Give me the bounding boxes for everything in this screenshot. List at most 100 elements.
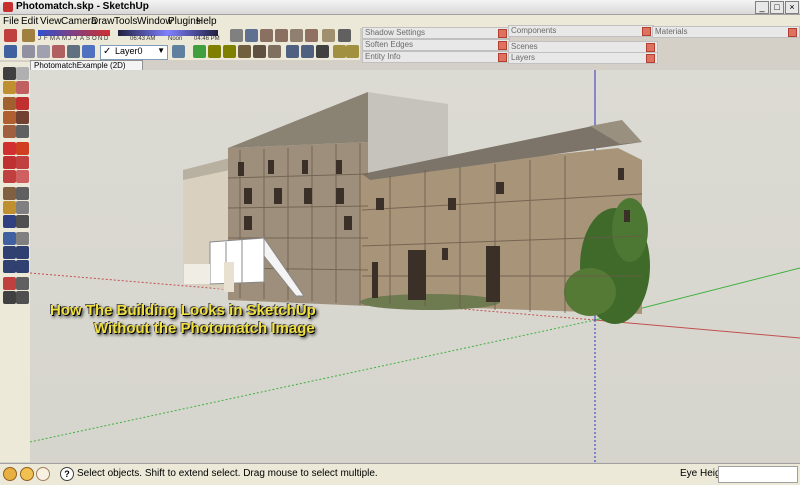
tray-soften-edges[interactable]: Soften Edges <box>362 39 510 51</box>
position-camera-icon[interactable] <box>3 277 16 290</box>
orbit-icon[interactable] <box>3 232 16 245</box>
user-icon[interactable] <box>36 467 50 481</box>
pencil-icon[interactable] <box>16 97 29 110</box>
tray-entity-info[interactable]: Entity Info <box>362 51 510 63</box>
hidden-line-icon[interactable] <box>37 45 50 58</box>
tray-layers[interactable]: Layers <box>508 52 658 64</box>
3d-text-icon[interactable] <box>16 215 29 228</box>
sandbox-icon[interactable] <box>193 45 206 58</box>
menu-help[interactable]: Help <box>196 16 217 27</box>
tray-label: Components <box>511 26 557 35</box>
textured-icon[interactable] <box>67 45 80 58</box>
eraser-icon[interactable] <box>16 81 29 94</box>
menu-draw[interactable]: Draw <box>91 16 114 27</box>
shadow-icon[interactable] <box>22 29 35 42</box>
previous-view-icon[interactable] <box>3 260 16 273</box>
push-pull-icon[interactable] <box>16 142 29 155</box>
polygon-icon[interactable] <box>3 125 16 138</box>
make-component-icon[interactable] <box>3 81 16 94</box>
close-button[interactable]: × <box>785 1 799 14</box>
drawing-viewport[interactable]: How The Building Looks in SketchUp Witho… <box>30 70 800 462</box>
menu-tools[interactable]: Tools <box>114 16 137 27</box>
arc-icon[interactable] <box>16 111 29 124</box>
tape-measure-icon[interactable] <box>3 187 16 200</box>
add-detail-icon[interactable] <box>286 45 299 58</box>
camera-icon[interactable] <box>4 29 17 42</box>
xray-icon[interactable] <box>4 45 17 58</box>
iso-view-icon[interactable] <box>245 29 258 42</box>
toolbar-row-1: J F M A M J J A S O N D 06:43 AM Noon 04… <box>0 28 360 44</box>
caption-line-2: Without the Photomatch Image <box>94 320 315 337</box>
geo-location-icon[interactable] <box>3 467 17 481</box>
toolbar-row-2: ✓ Layer0 ▼ <box>0 44 360 60</box>
offset-icon[interactable] <box>16 170 29 183</box>
smoove-icon[interactable] <box>238 45 251 58</box>
scale-icon[interactable] <box>3 170 16 183</box>
tray-label: Entity Info <box>365 52 401 61</box>
left-view-icon[interactable] <box>322 29 335 42</box>
right-view-icon[interactable] <box>290 29 303 42</box>
close-icon[interactable] <box>788 28 797 37</box>
status-bar: ? Select objects. Shift to extend select… <box>0 463 800 485</box>
share-model-icon[interactable] <box>333 45 346 58</box>
wireframe-icon[interactable] <box>22 45 35 58</box>
shaded-icon[interactable] <box>52 45 65 58</box>
get-models-icon[interactable] <box>316 45 329 58</box>
walk-icon[interactable] <box>3 291 16 304</box>
paint-bucket-icon[interactable] <box>230 29 243 42</box>
front-view-icon[interactable] <box>275 29 288 42</box>
freehand-icon[interactable] <box>16 125 29 138</box>
back-view-icon[interactable] <box>305 29 318 42</box>
help-icon[interactable]: ? <box>60 467 74 481</box>
protractor-icon[interactable] <box>3 201 16 214</box>
close-icon[interactable] <box>498 53 507 62</box>
section-plane-icon[interactable] <box>16 291 29 304</box>
circle-icon[interactable] <box>3 111 16 124</box>
close-icon[interactable] <box>498 29 507 38</box>
dimension-icon[interactable] <box>16 187 29 200</box>
menu-edit[interactable]: Edit <box>21 16 38 27</box>
tray-shadow-settings[interactable]: Shadow Settings <box>362 27 510 39</box>
close-icon[interactable] <box>498 41 507 50</box>
house-icon[interactable] <box>260 29 273 42</box>
from-contours-icon[interactable] <box>208 45 221 58</box>
close-icon[interactable] <box>646 54 655 63</box>
drape-icon[interactable] <box>268 45 281 58</box>
text-icon[interactable] <box>16 201 29 214</box>
zoom-extents-icon[interactable] <box>16 260 29 273</box>
rectangle-icon[interactable] <box>3 97 16 110</box>
zoom-icon[interactable] <box>3 246 16 259</box>
axes-icon[interactable] <box>3 215 16 228</box>
tray-materials[interactable]: Materials <box>652 26 800 38</box>
window-title: Photomatch.skp - SketchUp <box>16 1 149 12</box>
follow-me-icon[interactable] <box>16 156 29 169</box>
chevron-down-icon: ▼ <box>157 46 165 55</box>
zoom-window-icon[interactable] <box>16 246 29 259</box>
select-arrow-icon[interactable] <box>3 67 16 80</box>
pan-icon[interactable] <box>16 232 29 245</box>
look-around-icon[interactable] <box>16 277 29 290</box>
flip-edge-icon[interactable] <box>301 45 314 58</box>
monochrome-icon[interactable] <box>82 45 95 58</box>
menu-view[interactable]: View <box>40 16 62 27</box>
tray-components[interactable]: Components <box>508 25 654 37</box>
caption-line-1: How The Building Looks in SketchUp <box>50 302 316 319</box>
lasso-icon[interactable] <box>16 67 29 80</box>
sketchup-app-icon <box>3 2 13 12</box>
rotate-icon[interactable] <box>3 156 16 169</box>
layer-dropdown[interactable]: ✓ Layer0 ▼ <box>100 45 168 60</box>
move-icon[interactable] <box>3 142 16 155</box>
camera-view-icon[interactable] <box>338 29 351 42</box>
checkmark-icon: ✓ <box>103 46 112 57</box>
close-icon[interactable] <box>642 27 651 36</box>
maximize-button[interactable]: □ <box>770 1 784 14</box>
layer-manager-icon[interactable] <box>172 45 185 58</box>
stamp-icon[interactable] <box>253 45 266 58</box>
credits-icon[interactable] <box>20 467 34 481</box>
close-icon[interactable] <box>646 43 655 52</box>
menu-file[interactable]: File <box>3 16 19 27</box>
minimize-button[interactable]: _ <box>755 1 769 14</box>
from-scratch-icon[interactable] <box>223 45 236 58</box>
share-component-icon[interactable] <box>346 45 359 58</box>
measurement-input[interactable] <box>718 466 798 483</box>
